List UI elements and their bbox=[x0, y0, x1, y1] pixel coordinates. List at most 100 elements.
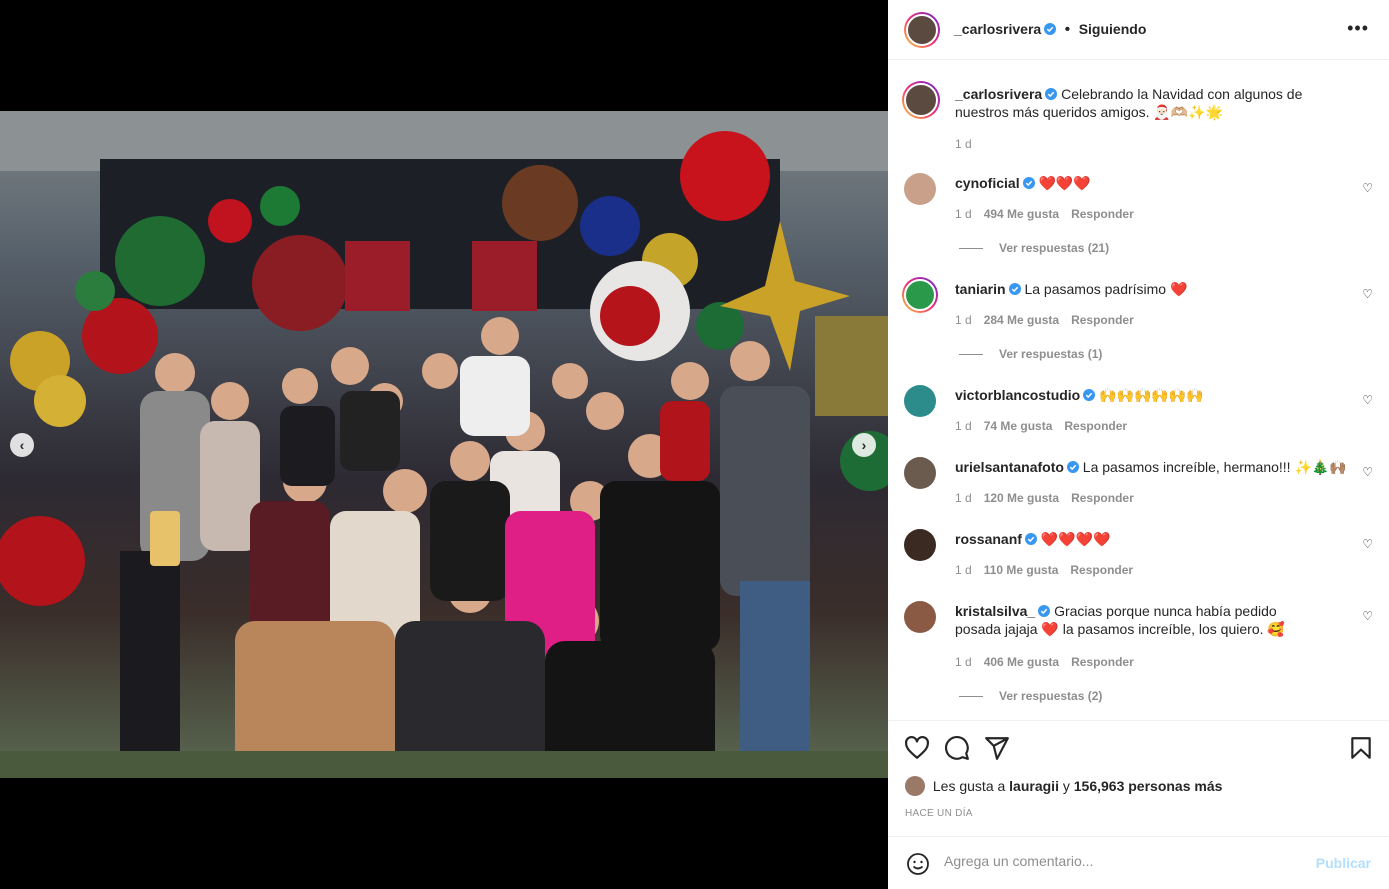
carousel-next-button[interactable]: › bbox=[852, 433, 876, 457]
comments-list: _carlosrivera Celebrando la Navidad con … bbox=[888, 61, 1389, 720]
add-comment-bar: Publicar bbox=[888, 836, 1389, 889]
comment-meta: 1 d 494 Me gusta Responder bbox=[955, 207, 1146, 221]
comment-text: kristalsilva_ Gracias porque nunca había… bbox=[955, 602, 1315, 638]
comment-time: 1 d bbox=[955, 655, 972, 669]
comment-time: 1 d bbox=[955, 313, 972, 327]
comment-meta: 1 d 406 Me gusta Responder bbox=[955, 655, 1146, 669]
comment-time: 1 d bbox=[955, 563, 972, 577]
verified-icon bbox=[1066, 461, 1079, 473]
commenter-avatar[interactable] bbox=[904, 601, 936, 633]
comment-input[interactable] bbox=[944, 853, 1304, 869]
verified-icon bbox=[1044, 23, 1057, 35]
commenter-username[interactable]: kristalsilva_ bbox=[955, 603, 1035, 619]
comment-likes[interactable]: 74 Me gusta bbox=[984, 419, 1053, 433]
reply-button[interactable]: Responder bbox=[1070, 563, 1133, 577]
comment-like-heart-icon[interactable]: ♡ bbox=[1362, 465, 1373, 479]
comment-time: 1 d bbox=[955, 207, 972, 221]
verified-icon bbox=[1083, 389, 1096, 401]
author-avatar[interactable] bbox=[904, 12, 940, 48]
liker-username[interactable]: lauragii bbox=[1009, 778, 1059, 794]
caption-text: _carlosrivera Celebrando la Navidad con … bbox=[955, 85, 1355, 121]
commenter-username[interactable]: victorblancostudio bbox=[955, 387, 1080, 403]
replies-line bbox=[959, 248, 983, 250]
follow-status-button[interactable]: Siguiendo bbox=[1079, 21, 1147, 37]
comment-body: La pasamos increíble, hermano!!! ✨🎄🙌🏽 bbox=[1082, 459, 1347, 475]
comment-text: taniarin La pasamos padrísimo ❤️ bbox=[955, 280, 1355, 298]
comment-like-heart-icon[interactable]: ♡ bbox=[1362, 393, 1373, 407]
comment-body: ❤️❤️❤️❤️ bbox=[1040, 531, 1111, 547]
verified-icon bbox=[1045, 88, 1058, 100]
heart-icon[interactable] bbox=[904, 735, 930, 761]
view-replies-button[interactable]: Ver respuestas (1) bbox=[959, 347, 1102, 361]
comment-body: ❤️❤️❤️ bbox=[1038, 175, 1091, 191]
view-replies-button[interactable]: Ver respuestas (2) bbox=[959, 689, 1102, 703]
comment-likes[interactable]: 120 Me gusta bbox=[984, 491, 1059, 505]
comment-text: rossananf ❤️❤️❤️❤️ bbox=[955, 530, 1355, 548]
replies-line bbox=[959, 354, 983, 356]
comment-text: cynoficial ❤️❤️❤️ bbox=[955, 174, 1355, 192]
caption-time: 1 d bbox=[955, 137, 972, 151]
post-actions-bar bbox=[888, 720, 1389, 775]
share-icon[interactable] bbox=[984, 735, 1010, 761]
likes-summary: Les gusta a lauragii y 156,963 personas … bbox=[905, 776, 1222, 796]
reply-button[interactable]: Responder bbox=[1071, 313, 1134, 327]
comment-text: victorblancostudio 🙌🙌🙌🙌🙌🙌 bbox=[955, 386, 1355, 404]
replies-line bbox=[959, 696, 983, 698]
commenter-avatar[interactable] bbox=[902, 277, 938, 313]
commenter-username[interactable]: rossananf bbox=[955, 531, 1022, 547]
more-icon[interactable]: ••• bbox=[1347, 18, 1369, 39]
likes-count[interactable]: 156,963 personas más bbox=[1074, 778, 1223, 794]
carousel-prev-button[interactable]: ‹ bbox=[10, 433, 34, 457]
commenter-avatar[interactable] bbox=[904, 385, 936, 417]
comment-like-heart-icon[interactable]: ♡ bbox=[1362, 537, 1373, 551]
commenter-avatar[interactable] bbox=[904, 529, 936, 561]
comment-like-heart-icon[interactable]: ♡ bbox=[1362, 609, 1373, 623]
reply-button[interactable]: Responder bbox=[1071, 207, 1134, 221]
chevron-left-icon: ‹ bbox=[19, 437, 25, 453]
post-time[interactable]: HACE UN DÍA bbox=[905, 808, 973, 819]
post-photo bbox=[0, 111, 888, 778]
reply-button[interactable]: Responder bbox=[1071, 655, 1134, 669]
comment-meta: 1 d 284 Me gusta Responder bbox=[955, 313, 1146, 327]
author-avatar[interactable] bbox=[902, 81, 940, 119]
verified-icon bbox=[1024, 533, 1037, 545]
commenter-avatar[interactable] bbox=[904, 457, 936, 489]
comment-meta: 1 d 120 Me gusta Responder bbox=[955, 491, 1146, 505]
view-replies-button[interactable]: Ver respuestas (21) bbox=[959, 241, 1109, 255]
liker-avatar bbox=[905, 776, 925, 796]
comment-likes[interactable]: 284 Me gusta bbox=[984, 313, 1059, 327]
post-media: ‹ › bbox=[0, 0, 888, 889]
verified-icon bbox=[1038, 605, 1051, 617]
verified-icon bbox=[1022, 177, 1035, 189]
reply-button[interactable]: Responder bbox=[1064, 419, 1127, 433]
comment-meta: 1 d 74 Me gusta Responder bbox=[955, 419, 1139, 433]
comment-like-heart-icon[interactable]: ♡ bbox=[1362, 287, 1373, 301]
post-side-panel: _carlosrivera • Siguiendo ••• _carlosriv… bbox=[888, 0, 1389, 889]
comment-like-heart-icon[interactable]: ♡ bbox=[1362, 181, 1373, 195]
chevron-right-icon: › bbox=[861, 437, 867, 453]
comment-meta: 1 d 110 Me gusta Responder bbox=[955, 563, 1145, 577]
post-header: _carlosrivera • Siguiendo ••• bbox=[888, 0, 1389, 60]
publish-button[interactable]: Publicar bbox=[1316, 855, 1371, 871]
author-username[interactable]: _carlosrivera bbox=[954, 21, 1041, 37]
comment-body: 🙌🙌🙌🙌🙌🙌 bbox=[1099, 387, 1204, 403]
commenter-username[interactable]: cynoficial bbox=[955, 175, 1020, 191]
emoji-icon[interactable] bbox=[906, 852, 930, 876]
comment-likes[interactable]: 110 Me gusta bbox=[984, 563, 1059, 577]
comment-text: urielsantanafoto La pasamos increíble, h… bbox=[955, 458, 1355, 476]
bookmark-icon[interactable] bbox=[1348, 735, 1374, 761]
commenter-username[interactable]: urielsantanafoto bbox=[955, 459, 1064, 475]
separator-dot: • bbox=[1064, 21, 1071, 38]
comment-time: 1 d bbox=[955, 491, 972, 505]
comment-likes[interactable]: 406 Me gusta bbox=[984, 655, 1059, 669]
commenter-avatar[interactable] bbox=[904, 173, 936, 205]
commenter-username[interactable]: taniarin bbox=[955, 281, 1006, 297]
party-photo-illustration bbox=[0, 111, 888, 778]
verified-icon bbox=[1008, 283, 1021, 295]
reply-button[interactable]: Responder bbox=[1071, 491, 1134, 505]
caption-username[interactable]: _carlosrivera bbox=[955, 86, 1042, 102]
comment-likes[interactable]: 494 Me gusta bbox=[984, 207, 1059, 221]
comment-body: La pasamos padrísimo ❤️ bbox=[1024, 281, 1188, 297]
comment-icon[interactable] bbox=[944, 735, 970, 761]
comment-time: 1 d bbox=[955, 419, 972, 433]
